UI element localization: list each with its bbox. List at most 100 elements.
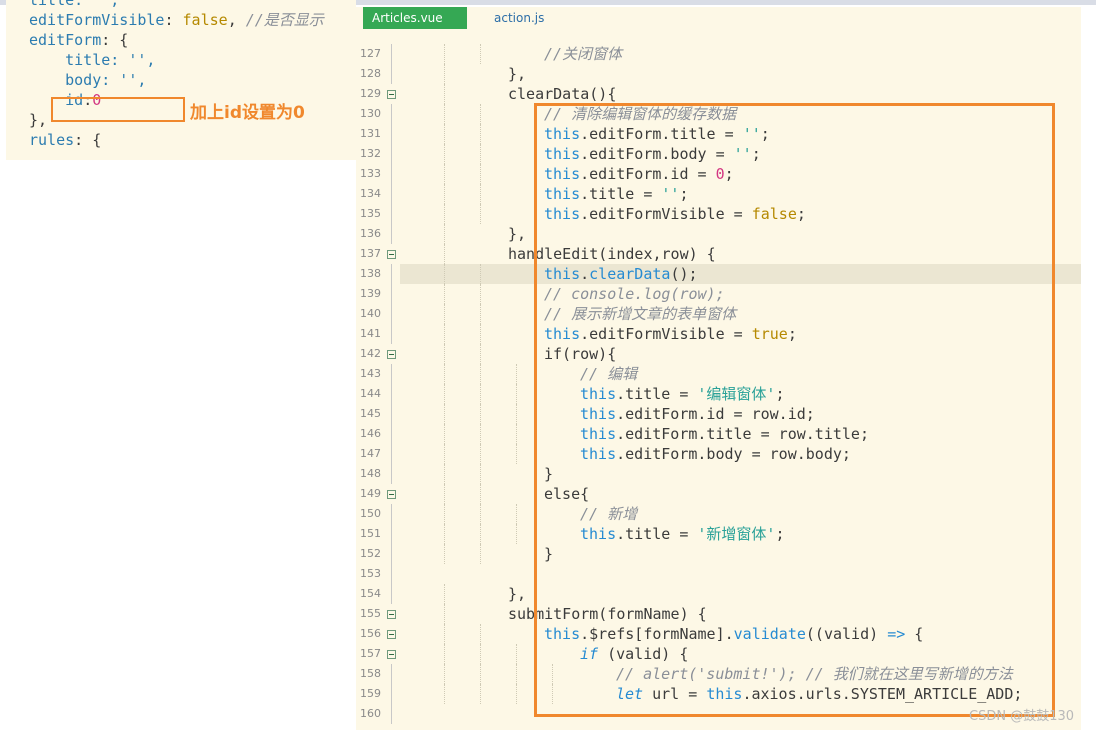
code-token: : '', (101, 71, 147, 89)
indent-guide (480, 544, 481, 564)
fold-guide (391, 124, 392, 144)
line-number: 152 (360, 547, 381, 560)
line-number: 130 (360, 107, 381, 120)
line-number: 148 (360, 467, 381, 480)
indent-guide (516, 404, 517, 424)
line-number: 158 (360, 667, 381, 680)
fold-guide (391, 204, 392, 224)
indent-guide (444, 484, 445, 504)
annotation-label: 加上id设置为0 (190, 103, 305, 123)
line-number: 159 (360, 687, 381, 700)
line-number: 146 (360, 427, 381, 440)
indent-guide (516, 384, 517, 404)
code-token: false (182, 11, 228, 29)
fold-guide (391, 524, 392, 544)
fold-toggle-icon[interactable] (387, 650, 396, 659)
line-number: 150 (360, 507, 381, 520)
indent-guide (444, 604, 445, 624)
indent-guide (444, 464, 445, 484)
indent-guide (444, 524, 445, 544)
fold-guide (391, 664, 392, 684)
line-number: 137 (360, 247, 381, 260)
code-token: : (164, 11, 183, 29)
indent-guide (480, 324, 481, 344)
indent-guide (480, 464, 481, 484)
indent-guide (480, 104, 481, 124)
fold-guide (391, 404, 392, 424)
indent-guide (444, 324, 445, 344)
indent-guide (480, 204, 481, 224)
indent-guide (444, 104, 445, 124)
code-token: clearData(){ (508, 85, 617, 103)
indent-guide (444, 64, 445, 84)
indent-guide (480, 684, 481, 704)
indent-guide (444, 224, 445, 244)
line-number: 145 (360, 407, 381, 420)
line-number: 127 (360, 47, 381, 60)
line-number: 133 (360, 167, 381, 180)
fold-guide (391, 44, 392, 64)
indent-guide (444, 664, 445, 684)
indent-guide (516, 644, 517, 664)
code-line: }, (508, 64, 526, 84)
indent-guide (444, 124, 445, 144)
indent-guide (444, 684, 445, 704)
fold-toggle-icon[interactable] (387, 630, 396, 639)
code-token: editFormVisible (29, 11, 165, 29)
fold-toggle-icon[interactable] (387, 490, 396, 499)
indent-guide (516, 684, 517, 704)
code-token: }, (508, 225, 527, 243)
line-number: 139 (360, 287, 381, 300)
indent-guide (444, 544, 445, 564)
indent-guide (480, 124, 481, 144)
indent-guide (444, 644, 445, 664)
line-number: 147 (360, 447, 381, 460)
indent-guide (516, 364, 517, 384)
left-code-line: editFormVisible: false, //是否显示 (29, 10, 324, 30)
left-code-line: rules: { (29, 130, 101, 150)
line-number: 128 (360, 67, 381, 80)
fold-toggle-icon[interactable] (387, 90, 396, 99)
fold-guide (391, 284, 392, 304)
code-token: rules (29, 131, 75, 149)
watermark: CSDN @鼓鼓130 (969, 709, 1075, 724)
fold-guide (391, 564, 392, 584)
fold-guide (391, 504, 392, 524)
line-number: 136 (360, 227, 381, 240)
fold-guide (391, 324, 392, 344)
code-token: }, (508, 585, 527, 603)
line-number: 157 (360, 647, 381, 660)
indent-guide (480, 504, 481, 524)
fold-toggle-icon[interactable] (387, 610, 396, 619)
fold-toggle-icon[interactable] (387, 250, 396, 259)
fold-guide (391, 424, 392, 444)
indent-guide (480, 184, 481, 204)
line-number: 135 (360, 207, 381, 220)
left-code-line: title: '', (29, 0, 119, 10)
indent-guide (480, 364, 481, 384)
indent-guide (480, 284, 481, 304)
tab-action-js[interactable]: action.js (494, 7, 544, 29)
line-number: 153 (360, 567, 381, 580)
indent-guide (480, 344, 481, 364)
fold-toggle-icon[interactable] (387, 350, 396, 359)
code-token: : '', (74, 0, 120, 9)
tab-bar: Articles.vue action.js (356, 7, 1081, 29)
indent-guide (480, 404, 481, 424)
line-number: 132 (360, 147, 381, 160)
indent-guide (444, 244, 445, 264)
fold-guide (391, 144, 392, 164)
fold-guide (391, 384, 392, 404)
fold-guide (391, 584, 392, 604)
fold-guide (391, 464, 392, 484)
indent-guide (444, 284, 445, 304)
indent-guide (480, 644, 481, 664)
line-number-gutter: 127 128 129 130 131 132 133 134 135 136 137 138 139 1… (356, 7, 400, 730)
indent-guide (516, 444, 517, 464)
code-line: }, (508, 224, 526, 244)
indent-guide (480, 164, 481, 184)
indent-guide (444, 44, 445, 64)
code-line: }, (508, 584, 526, 604)
indent-guide (480, 664, 481, 684)
fold-guide (391, 104, 392, 124)
